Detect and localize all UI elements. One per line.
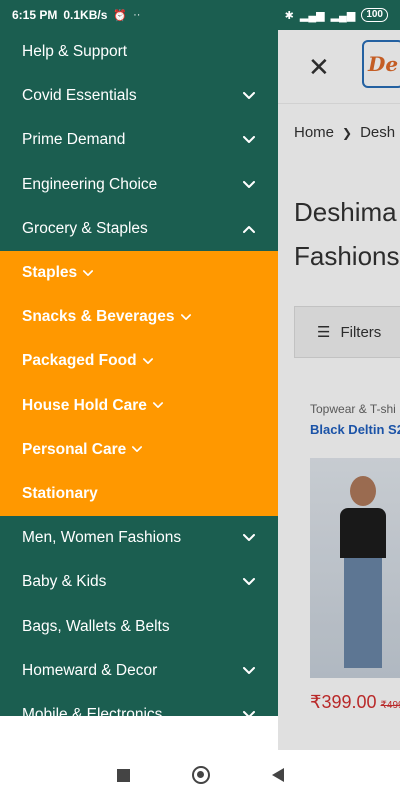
menu-item-prime-demand[interactable]: Prime Demand [0,118,278,162]
grocery-submenu: Staples Snacks & Beverages Packaged Food Ho… [0,250,278,517]
back-button[interactable] [271,768,284,782]
menu-item-men-women-fashions[interactable]: Men, Women Fashions [0,516,278,560]
menu-item-label: Baby & Kids [22,573,107,591]
chevron-up-icon[interactable] [242,222,256,236]
chevron-down-icon[interactable] [242,178,256,192]
menu-item-label: Bags, Wallets & Belts [22,617,170,635]
menu-item-label: Stationary [22,484,98,502]
signal-1-icon: ▂▄▆ [299,9,325,22]
chevron-down-icon[interactable] [242,664,256,678]
menu-item-label: Mobile & Electronics [22,705,163,716]
chevron-down-icon[interactable] [242,575,256,589]
more-dots: ·· [133,9,141,21]
battery-indicator: 100 [361,8,388,22]
chevron-down-icon[interactable] [179,310,193,324]
menu-item-label: House Hold Care [22,396,147,414]
menu-item-covid-essentials[interactable]: Covid Essentials [0,74,278,118]
chevron-down-icon[interactable] [151,399,165,413]
menu-item-mobile-electronics[interactable]: Mobile & Electronics [0,693,278,716]
menu-item-homeward-decor[interactable]: Homeward & Decor [0,649,278,693]
menu-item-grocery-staples[interactable]: Grocery & Staples [0,207,278,251]
chevron-down-icon[interactable] [242,708,256,716]
menu-item-label: Personal Care [22,440,127,458]
submenu-item-packaged-food[interactable]: Packaged Food [0,339,278,383]
bluetooth-icon: ✱ [284,9,294,22]
submenu-item-house-hold-care[interactable]: House Hold Care [0,384,278,428]
menu-item-label: Prime Demand [22,131,126,149]
menu-item-label: Homeward & Decor [22,661,158,679]
signal-2-icon: ▂▄▆ [330,9,356,22]
menu-item-help-support[interactable]: Help & Support [0,30,278,74]
menu-item-label: Grocery & Staples [22,219,148,237]
chevron-down-icon[interactable] [130,443,144,457]
status-bar: 6:15 PM 0.1KB/s ⏰ ·· ✱ ▂▄▆ ▂▄▆ 100 [0,0,400,30]
menu-item-label: Men, Women Fashions [22,529,182,547]
menu-item-label: Help & Support [22,43,128,61]
chevron-down-icon[interactable] [242,133,256,147]
menu-item-label: Covid Essentials [22,87,137,105]
chevron-down-icon[interactable] [242,531,256,545]
menu-item-baby-kids[interactable]: Baby & Kids [0,560,278,604]
submenu-item-stationary[interactable]: Stationary [0,472,278,516]
submenu-item-staples[interactable]: Staples [0,251,278,295]
chevron-down-icon[interactable] [242,89,256,103]
menu-item-engineering-choice[interactable]: Engineering Choice [0,163,278,207]
submenu-item-snacks-beverages[interactable]: Snacks & Beverages [0,295,278,339]
menu-item-label: Packaged Food [22,352,137,370]
alarm-icon: ⏰ [113,9,128,22]
status-time: 6:15 PM [12,8,58,22]
menu-item-label: Staples [22,264,78,282]
menu-item-bags-wallets-belts[interactable]: Bags, Wallets & Belts [0,604,278,648]
home-button[interactable] [191,766,210,784]
menu-item-label: Engineering Choice [22,175,158,193]
submenu-item-personal-care[interactable]: Personal Care [0,428,278,472]
network-speed: 0.1KB/s [63,8,108,22]
menu-item-label: Snacks & Beverages [22,308,175,326]
drawer-footer [0,716,278,750]
category-drawer: Help & Support Covid Essentials Prime Dema… [0,30,278,716]
chevron-down-icon[interactable] [81,266,95,280]
system-nav-bar [0,750,400,800]
chevron-down-icon[interactable] [141,354,155,368]
recents-button[interactable] [116,768,130,782]
